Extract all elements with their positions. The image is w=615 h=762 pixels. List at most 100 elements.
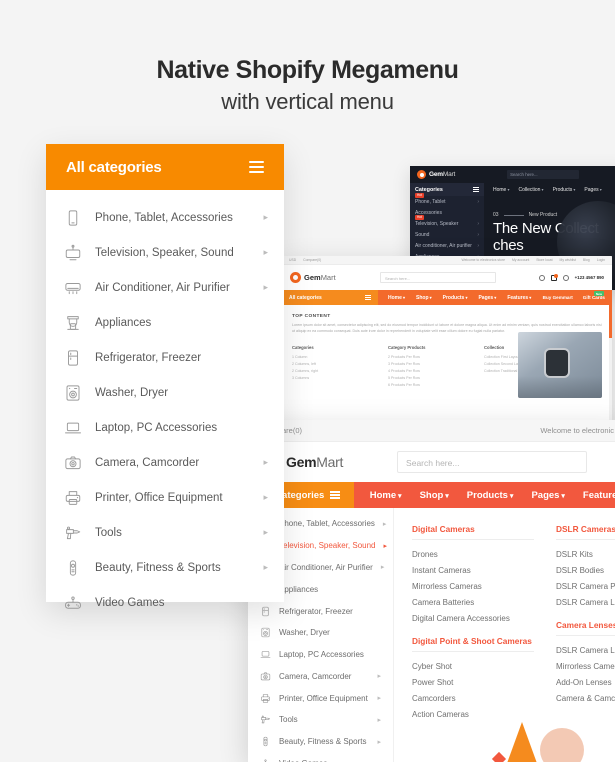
mid-utility-right-0[interactable]: Welcome to electronics store bbox=[461, 258, 504, 262]
menu-item-label: Washer, Dryer bbox=[95, 386, 169, 399]
mid-brand-light: Mart bbox=[320, 273, 336, 282]
bottom-menu-item-11[interactable]: Video Games bbox=[248, 753, 393, 762]
mega-item-3[interactable]: Action Cameras bbox=[412, 707, 534, 723]
mega-group-header-0[interactable]: DSLR Cameras bbox=[556, 524, 615, 540]
bottom-nav-item-4[interactable]: Features bbox=[583, 490, 615, 501]
mega-item-2[interactable]: DSLR Camera Package bbox=[556, 579, 615, 595]
cart-icon[interactable] bbox=[550, 273, 558, 281]
mega-item-4[interactable]: Digital Camera Accessories bbox=[412, 611, 534, 627]
mid-utility-right-1[interactable]: My account bbox=[512, 258, 529, 262]
bottom-menu-item-label: Tools bbox=[279, 715, 298, 725]
dark-nav-item-0[interactable]: Home bbox=[493, 187, 509, 193]
dark-nav-item-2[interactable]: Products bbox=[553, 187, 576, 193]
bottom-menu-item-7[interactable]: Camera, Camcorder ▸ bbox=[248, 665, 393, 687]
menu-item-10[interactable]: Beauty, Fitness & Sports ▸ bbox=[46, 550, 284, 585]
mid-nav-item-2[interactable]: Products bbox=[443, 295, 468, 301]
mega-item-1[interactable]: Mirrorless Camera Lens bbox=[556, 659, 615, 675]
mid-search-input[interactable]: Search here... bbox=[380, 272, 496, 283]
mega-item-0[interactable]: Cyber Shot bbox=[412, 659, 534, 675]
bottom-nav-item-2[interactable]: Products bbox=[467, 490, 514, 501]
mega-item-0[interactable]: DSLR Camera Lenses bbox=[556, 643, 615, 659]
menu-item-9[interactable]: Tools ▸ bbox=[46, 515, 284, 550]
mid-column-item-3[interactable]: 5 Products Per Row bbox=[388, 375, 466, 382]
dark-nav-item-1[interactable]: Collection bbox=[518, 187, 543, 193]
hamburger-icon[interactable] bbox=[473, 187, 479, 192]
mega-group-header-0[interactable]: Digital Cameras bbox=[412, 524, 534, 540]
mega-item-2[interactable]: Camcorders bbox=[412, 691, 534, 707]
mid-logo[interactable]: GemMart bbox=[290, 272, 380, 283]
bottom-menu-item-6[interactable]: Laptop, PC Accessories bbox=[248, 644, 393, 666]
menu-item-7[interactable]: Camera, Camcorder ▸ bbox=[46, 445, 284, 480]
bottom-nav-item-0[interactable]: Home bbox=[370, 490, 402, 501]
hamburger-icon[interactable] bbox=[249, 161, 264, 173]
mid-utility-left-0[interactable]: USD bbox=[289, 258, 296, 262]
mega-item-3[interactable]: Camera & Camcorder L bbox=[556, 691, 615, 707]
mid-utility-left-1[interactable]: Compare(0) bbox=[303, 258, 321, 262]
mega-item-0[interactable]: Drones bbox=[412, 547, 534, 563]
mid-utility-right-4[interactable]: Blog bbox=[583, 258, 590, 262]
menu-item-8[interactable]: Printer, Office Equipment ▸ bbox=[46, 480, 284, 515]
menu-item-2[interactable]: Air Conditioner, Air Purifier ▸ bbox=[46, 270, 284, 305]
mega-group-header-1[interactable]: Camera Lenses bbox=[556, 620, 615, 636]
mega-item-3[interactable]: Camera Batteries bbox=[412, 595, 534, 611]
search-icon[interactable] bbox=[538, 274, 545, 281]
mid-column-item-2[interactable]: 2 Columns, right bbox=[292, 368, 370, 375]
menu-item-4[interactable]: Refrigerator, Freezer bbox=[46, 340, 284, 375]
mega-item-1[interactable]: Power Shot bbox=[412, 675, 534, 691]
mega-item-2[interactable]: Add-On Lenses bbox=[556, 675, 615, 691]
user-icon[interactable] bbox=[562, 274, 569, 281]
mid-utility-right-5[interactable]: Login bbox=[597, 258, 605, 262]
mid-column-item-2[interactable]: 4 Products Per Row bbox=[388, 368, 466, 375]
mid-utility-right-2[interactable]: Store locat bbox=[536, 258, 552, 262]
mid-nav-item-3[interactable]: Pages bbox=[478, 295, 496, 301]
menu-item-11[interactable]: Video Games bbox=[46, 585, 284, 620]
menu-item-1[interactable]: Television, Speaker, Sound ▸ bbox=[46, 235, 284, 270]
menu-item-0[interactable]: Phone, Tablet, Accessories ▸ bbox=[46, 200, 284, 235]
mid-column-item-0[interactable]: 2 Products Per Row bbox=[388, 354, 466, 361]
mega-item-3[interactable]: DSLR Camera Lenses bbox=[556, 595, 615, 611]
menu-item-5[interactable]: Washer, Dryer bbox=[46, 375, 284, 410]
mid-all-categories-button[interactable]: All categories bbox=[282, 290, 378, 305]
mega-item-1[interactable]: Instant Cameras bbox=[412, 563, 534, 579]
mid-nav-item-1[interactable]: Shop bbox=[416, 295, 432, 301]
mid-utility-right-3[interactable]: My wishlist bbox=[560, 258, 576, 262]
mid-column-item-4[interactable]: 6 Products Per Row bbox=[388, 382, 466, 389]
mid-column-item-1[interactable]: 3 Products Per Row bbox=[388, 361, 466, 368]
mid-scrollbar-thumb[interactable] bbox=[609, 294, 612, 338]
mid-column-item-3[interactable]: 3 Columns bbox=[292, 375, 370, 382]
mid-column-0: Categories 1 Column 2 Columns, left 2 Colu… bbox=[292, 345, 370, 389]
bottom-nav-item-1[interactable]: Shop bbox=[420, 490, 449, 501]
mid-nav-right-0[interactable]: Buy Gemmart bbox=[543, 295, 573, 300]
mega-item-1[interactable]: DSLR Bodies bbox=[556, 563, 615, 579]
mega-item-2[interactable]: Mirrorless Cameras bbox=[412, 579, 534, 595]
bottom-menu-item-label: Television, Speaker, Sound bbox=[279, 541, 376, 551]
menu-item-6[interactable]: Laptop, PC Accessories bbox=[46, 410, 284, 445]
dark-menu-item-3[interactable]: Sound › bbox=[410, 229, 484, 240]
mid-column-item-0[interactable]: 1 Column bbox=[292, 354, 370, 361]
bottom-nav-item-3[interactable]: Pages bbox=[531, 490, 564, 501]
menu-item-3[interactable]: Appliances bbox=[46, 305, 284, 340]
bottom-menu-item-10[interactable]: Beauty, Fitness & Sports ▸ bbox=[248, 731, 393, 753]
beauty-device-icon bbox=[64, 559, 82, 577]
mid-nav-item-0[interactable]: Home bbox=[388, 295, 405, 301]
mid-brand: Gem bbox=[304, 273, 321, 282]
dark-nav-item-3[interactable]: Pages bbox=[584, 187, 601, 193]
hamburger-icon[interactable] bbox=[329, 491, 340, 499]
mega-group-header-1[interactable]: Digital Point & Shoot Cameras bbox=[412, 636, 534, 652]
dark-menu-item-2[interactable]: Hot Television, Speaker › bbox=[410, 215, 484, 229]
mid-nav-item-4[interactable]: Features bbox=[507, 295, 531, 301]
bottom-menu-item-8[interactable]: Printer, Office Equipment ▸ bbox=[248, 687, 393, 709]
mega-item-0[interactable]: DSLR Kits bbox=[556, 547, 615, 563]
dark-logo[interactable]: GemMart bbox=[417, 170, 455, 179]
hamburger-icon[interactable] bbox=[365, 295, 371, 300]
washer-icon bbox=[64, 384, 82, 402]
mid-column-item-1[interactable]: 2 Columns, left bbox=[292, 361, 370, 368]
dark-menu-item-0[interactable]: Hot Phone, Tablet › bbox=[410, 193, 484, 207]
vertical-menu-header[interactable]: All categories bbox=[46, 144, 284, 190]
bottom-menu-item-9[interactable]: Tools ▸ bbox=[248, 709, 393, 731]
mid-utility-right: Welcome to electronics store My account St… bbox=[461, 258, 605, 262]
dark-menu-item-4[interactable]: Air conditioner, Air purifier › bbox=[410, 240, 484, 251]
bottom-search-input[interactable]: Search here... bbox=[397, 451, 588, 473]
dark-search-input[interactable]: Search here... bbox=[507, 170, 580, 179]
menu-item-label: Video Games bbox=[95, 596, 165, 609]
